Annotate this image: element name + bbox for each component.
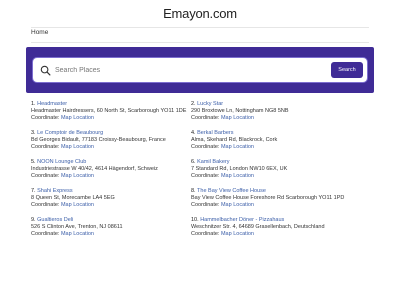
place-address: Bd Georges Bidault, 77183 Croissy-Beaubo… [31, 137, 166, 143]
place-address: 290 Broxtowe Ln, Nottingham NG8 5NB [191, 108, 289, 114]
place-name-link[interactable]: Hammelbacher Döner - Pizzahaus [200, 217, 284, 223]
place-index: 7. [31, 188, 36, 194]
coordinate-label: Coordinate: [31, 202, 60, 208]
place-coordinate: Coordinate: Map Location [31, 231, 191, 238]
coordinate-label: Coordinate: [191, 202, 220, 208]
coordinate-label: Coordinate: [191, 115, 220, 121]
map-location-link[interactable]: Map Location [61, 144, 94, 150]
site-header: Emayon.com [0, 0, 400, 27]
search-input[interactable] [55, 58, 305, 82]
coordinate-label: Coordinate: [31, 231, 60, 237]
place-name-link[interactable]: Kamil Bakery [197, 159, 229, 165]
place-address: Industriestrasse W 40/42, 4614 Hägendorf… [31, 166, 158, 172]
place-title: 8. The Bay View Coffee House [191, 188, 351, 195]
place-address: Headmaster Hairdressers, 60 North St, Sc… [31, 108, 187, 114]
coordinate-label: Coordinate: [191, 144, 220, 150]
place-card: 4. Berkal Barbers Alma, Skehard Rd, Blac… [191, 129, 351, 158]
map-location-link[interactable]: Map Location [221, 202, 254, 208]
place-coordinate: Coordinate: Map Location [31, 173, 191, 180]
place-card: 7. Shahi Express 8 Queen St, Morecambe L… [31, 187, 191, 216]
place-name-link[interactable]: The Bay View Coffee House [197, 188, 266, 194]
place-name-link[interactable]: Gualtieros Deli [37, 217, 73, 223]
site-logo[interactable]: Emayon.com [163, 6, 237, 21]
place-title: 1. Headmaster [31, 101, 191, 108]
place-title: 10. Hammelbacher Döner - Pizzahaus [191, 217, 351, 224]
search-box: Search [32, 57, 368, 83]
place-title: 3. Le Comptoir de Beaubourg [31, 130, 191, 137]
coordinate-label: Coordinate: [31, 173, 60, 179]
place-title: 6. Kamil Bakery [191, 159, 351, 166]
map-location-link[interactable]: Map Location [221, 173, 254, 179]
place-coordinate: Coordinate: Map Location [31, 144, 191, 151]
map-location-link[interactable]: Map Location [61, 202, 94, 208]
search-button[interactable]: Search [331, 62, 363, 78]
coordinate-label: Coordinate: [191, 231, 220, 237]
place-card: 8. The Bay View Coffee House Bay View Co… [191, 187, 351, 216]
place-address: 8 Queen St, Morecambe LA4 5EG [31, 195, 115, 201]
place-name-link[interactable]: Shahi Express [37, 188, 72, 194]
place-card: 5. NOON Lounge Club Industriestrasse W 4… [31, 158, 191, 187]
map-location-link[interactable]: Map Location [61, 115, 94, 121]
place-index: 3. [31, 130, 36, 136]
map-location-link[interactable]: Map Location [221, 231, 254, 237]
place-coordinate: Coordinate: Map Location [191, 144, 351, 151]
place-title: 4. Berkal Barbers [191, 130, 351, 137]
place-address: 7 Standard Rd, London NW10 6EX, UK [191, 166, 288, 172]
place-card: 10. Hammelbacher Döner - Pizzahaus Wesch… [191, 216, 351, 245]
place-name-link[interactable]: Headmaster [37, 101, 67, 107]
map-location-link[interactable]: Map Location [61, 173, 94, 179]
place-index: 5. [31, 159, 36, 165]
search-icon [40, 65, 51, 76]
place-address: Weschnitzer Str. 4, 64689 Grasellenbach,… [191, 224, 325, 230]
search-banner: Search [26, 47, 374, 93]
place-card: 2. Lucky Star 290 Broxtowe Ln, Nottingha… [191, 100, 351, 129]
places-grid: 1. Headmaster Headmaster Hairdressers, 6… [31, 100, 369, 245]
place-card: 1. Headmaster Headmaster Hairdressers, 6… [31, 100, 191, 129]
place-index: 6. [191, 159, 196, 165]
place-coordinate: Coordinate: Map Location [31, 115, 191, 122]
place-title: 7. Shahi Express [31, 188, 191, 195]
map-location-link[interactable]: Map Location [61, 231, 94, 237]
coordinate-label: Coordinate: [31, 115, 60, 121]
coordinate-label: Coordinate: [31, 144, 60, 150]
map-location-link[interactable]: Map Location [221, 144, 254, 150]
place-card: 9. Gualtieros Deli 526 S Clinton Ave, Tr… [31, 216, 191, 245]
place-name-link[interactable]: Berkal Barbers [197, 130, 233, 136]
place-address: Alma, Skehard Rd, Blackrock, Cork [191, 137, 278, 143]
place-card: 3. Le Comptoir de Beaubourg Bd Georges B… [31, 129, 191, 158]
place-index: 4. [191, 130, 196, 136]
place-address: Bay View Coffee House Foreshore Rd Scarb… [191, 195, 345, 201]
place-coordinate: Coordinate: Map Location [191, 202, 351, 209]
place-index: 1. [31, 101, 36, 107]
place-index: 10. [191, 217, 199, 223]
place-coordinate: Coordinate: Map Location [191, 173, 351, 180]
place-name-link[interactable]: Lucky Star [197, 101, 223, 107]
place-address: 526 S Clinton Ave, Trenton, NJ 08611 [31, 224, 123, 230]
map-location-link[interactable]: Map Location [221, 115, 254, 121]
place-title: 5. NOON Lounge Club [31, 159, 191, 166]
breadcrumb-home[interactable]: Home [31, 29, 48, 36]
breadcrumb-divider [31, 42, 369, 43]
coordinate-label: Coordinate: [191, 173, 220, 179]
breadcrumb: Home [31, 29, 48, 36]
place-coordinate: Coordinate: Map Location [31, 202, 191, 209]
place-title: 2. Lucky Star [191, 101, 351, 108]
place-title: 9. Gualtieros Deli [31, 217, 191, 224]
place-card: 6. Kamil Bakery 7 Standard Rd, London NW… [191, 158, 351, 187]
place-name-link[interactable]: Le Comptoir de Beaubourg [37, 130, 103, 136]
place-coordinate: Coordinate: Map Location [191, 115, 351, 122]
place-index: 2. [191, 101, 196, 107]
header-divider [31, 27, 369, 28]
place-index: 9. [31, 217, 36, 223]
place-index: 8. [191, 188, 196, 194]
place-name-link[interactable]: NOON Lounge Club [37, 159, 86, 165]
place-coordinate: Coordinate: Map Location [191, 231, 351, 238]
